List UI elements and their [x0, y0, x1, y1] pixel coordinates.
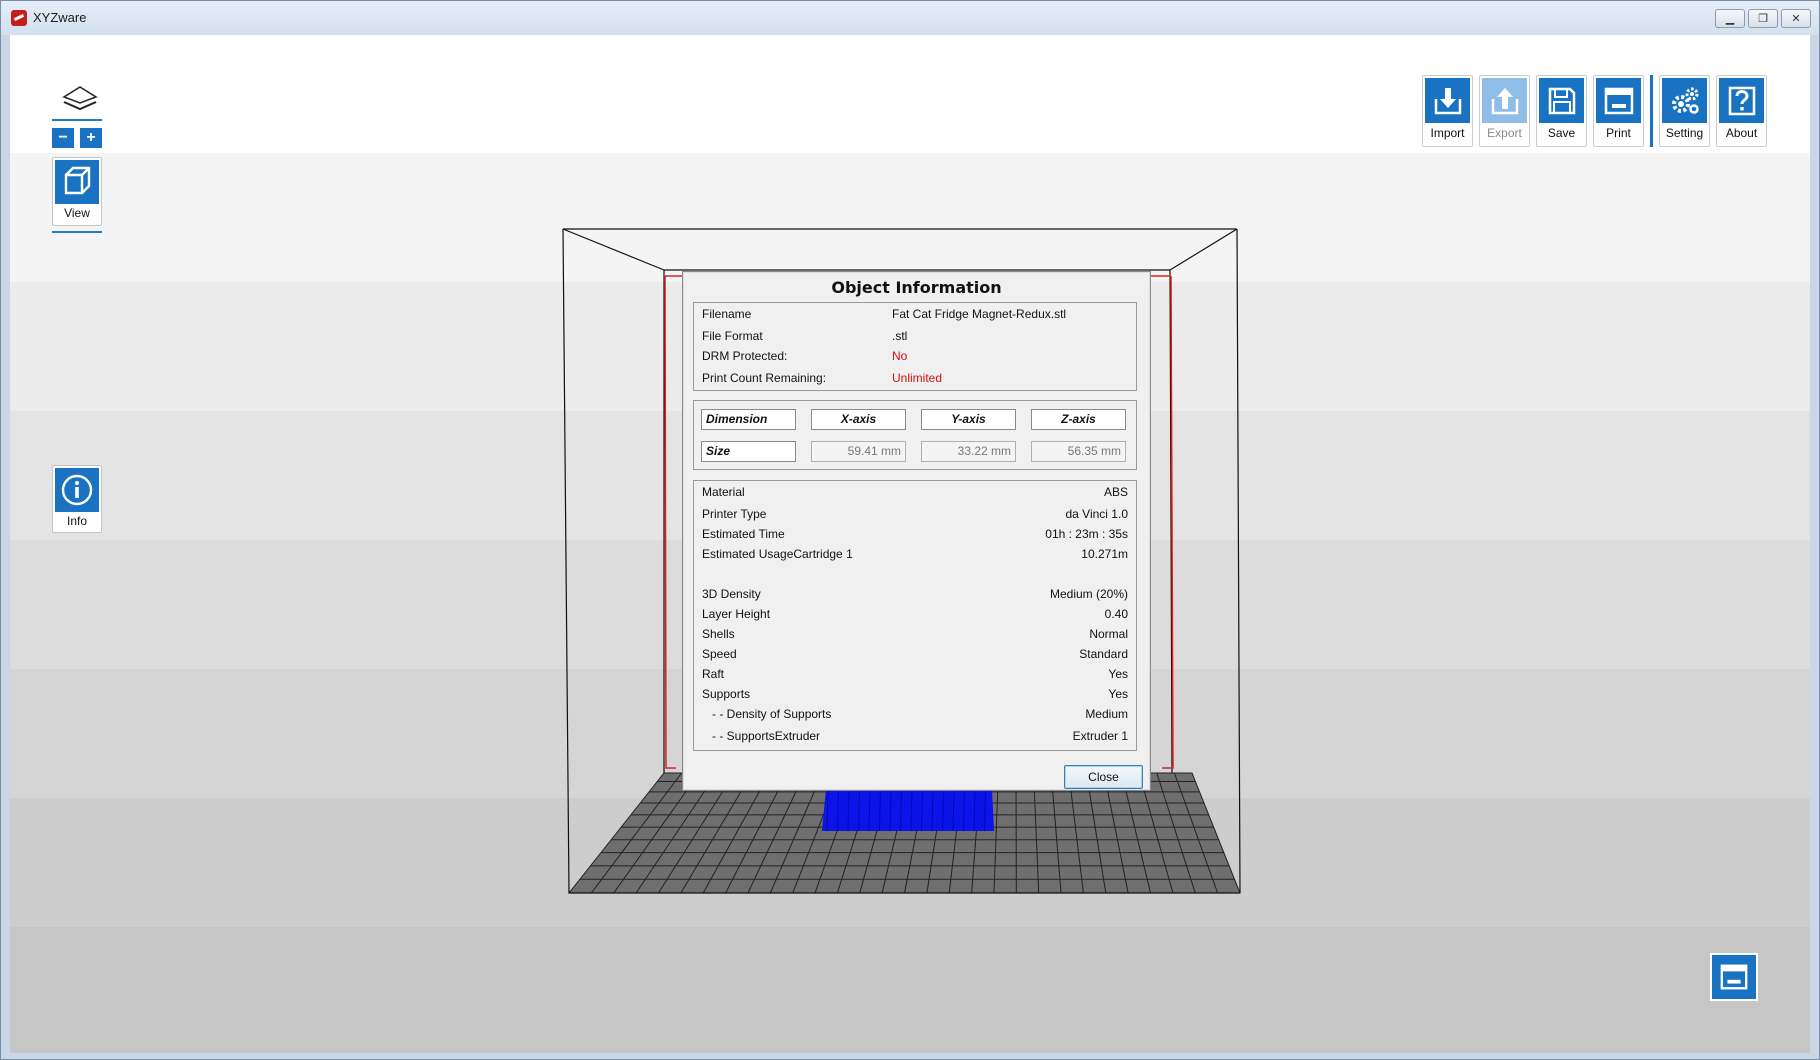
size-x-field: 59.41 mm — [811, 441, 906, 462]
info-row-label: Shells — [702, 627, 735, 641]
model-mesh — [822, 788, 994, 832]
info-label: Info — [66, 514, 87, 528]
filename-label: Filename — [702, 307, 752, 321]
minimize-icon: ▁ — [1725, 13, 1735, 25]
save-button[interactable]: Save — [1536, 75, 1587, 147]
zoom-in-button[interactable]: + — [80, 128, 102, 148]
info-row-value: 01h : 23m : 35s — [1045, 527, 1128, 541]
dialog-title: Object Information — [831, 278, 1002, 297]
close-button[interactable]: Close — [1064, 765, 1143, 789]
maximize-button[interactable]: ❐ — [1748, 9, 1778, 28]
import-button[interactable]: Import — [1422, 75, 1473, 147]
xyzware-logo-icon — [11, 10, 27, 26]
layers-icon[interactable] — [58, 83, 102, 113]
build-plate — [567, 772, 1241, 894]
info-row-label: Speed — [702, 647, 737, 661]
info-icon — [61, 474, 93, 506]
print-icon — [1604, 87, 1633, 114]
object-information-dialog: Object Information Filename Fat Cat Fridg… — [682, 271, 1151, 791]
print-button[interactable]: Print — [1593, 75, 1644, 147]
gears-icon — [1671, 87, 1699, 114]
minimize-button[interactable]: ▁ — [1715, 9, 1745, 28]
save-icon — [1548, 87, 1575, 114]
view-label: View — [64, 206, 90, 220]
info-row-value: ABS — [1103, 485, 1128, 499]
info-row-label: Estimated Time — [702, 527, 785, 541]
info-row-value: da Vinci 1.0 — [1065, 507, 1129, 521]
about-button[interactable]: About — [1716, 75, 1767, 147]
close-icon: ✕ — [1791, 13, 1801, 25]
info-row-value: Medium (20%) — [1049, 587, 1128, 601]
dimension-header: Dimension — [701, 409, 796, 430]
import-icon — [1434, 87, 1461, 114]
info-row-value: 10.271m — [1081, 547, 1128, 561]
info-row-value: 0.40 — [1104, 607, 1128, 621]
help-icon — [1728, 86, 1755, 115]
title-bar[interactable]: XYZware ▁ ❐ ✕ — [1, 1, 1819, 35]
info-button[interactable]: Info — [52, 465, 102, 533]
print-preview-button[interactable] — [1710, 953, 1758, 1001]
printer-window-icon — [1720, 964, 1748, 990]
file-format-value: .stl — [892, 329, 908, 343]
drm-value: No — [892, 349, 908, 363]
export-icon — [1491, 87, 1518, 114]
info-row-value: Yes — [1108, 667, 1128, 681]
info-row-value: Yes — [1108, 687, 1128, 701]
x-axis-header: X-axis — [811, 409, 906, 430]
size-label: Size — [701, 441, 796, 462]
info-row-label: Layer Height — [702, 607, 771, 621]
drm-label: DRM Protected: — [702, 349, 788, 363]
info-row-label: 3D Density — [702, 587, 761, 601]
size-z-field: 56.35 mm — [1031, 441, 1126, 462]
info-row-label: - - SupportsExtruder — [712, 729, 821, 743]
setting-label: Setting — [1665, 126, 1704, 140]
info-row-label: Estimated UsageCartridge 1 — [702, 547, 853, 561]
main-toolbar: Import Export Save Print Setting About — [1422, 75, 1773, 147]
setting-button[interactable]: Setting — [1659, 75, 1710, 147]
cube-icon — [64, 166, 91, 195]
close-window-button[interactable]: ✕ — [1781, 9, 1811, 28]
info-row-label: Raft — [702, 667, 725, 681]
print-count-value: Unlimited — [892, 371, 943, 385]
dimension-group: Dimension X-axis Y-axis Z-axis Size 59.4… — [693, 400, 1137, 470]
file-info-group: Filename Fat Cat Fridge Magnet-Redux.stl … — [693, 302, 1137, 391]
info-row-label: Supports — [702, 687, 751, 701]
export-button[interactable]: Export — [1479, 75, 1530, 147]
size-y-field: 33.22 mm — [921, 441, 1016, 462]
info-row-value: Extruder 1 — [1072, 729, 1128, 743]
info-row-value: Medium — [1085, 707, 1128, 721]
restore-icon: ❐ — [1758, 13, 1768, 25]
zoom-out-button[interactable]: − — [52, 128, 74, 148]
print-label: Print — [1606, 126, 1631, 140]
export-label: Export — [1487, 126, 1522, 140]
y-axis-header: Y-axis — [921, 409, 1016, 430]
info-row-label: - - Density of Supports — [712, 707, 832, 721]
info-row-label: Material — [702, 485, 745, 499]
left-panel-divider — [52, 119, 102, 121]
info-row-label: Printer Type — [702, 507, 767, 521]
left-panel-divider-2 — [52, 231, 102, 233]
print-info-group: Material ABS Printer Type da Vinci 1.0 Est… — [693, 480, 1137, 751]
toolbar-separator — [1650, 75, 1653, 147]
view-button[interactable]: View — [52, 157, 102, 226]
print-count-label: Print Count Remaining: — [702, 371, 827, 385]
import-label: Import — [1430, 126, 1465, 140]
info-row-value: Standard — [1079, 647, 1128, 661]
workspace: − + View Info Import Export Save Print S… — [10, 35, 1810, 1053]
info-row-value: Normal — [1089, 627, 1128, 641]
file-format-label: File Format — [702, 329, 763, 343]
app-window: XYZware ▁ ❐ ✕ − + View Info Import Expor… — [0, 0, 1820, 1060]
about-label: About — [1725, 126, 1758, 140]
save-label: Save — [1547, 126, 1576, 140]
filename-value: Fat Cat Fridge Magnet-Redux.stl — [892, 307, 1067, 321]
z-axis-header: Z-axis — [1031, 409, 1126, 430]
window-title: XYZware — [33, 10, 87, 25]
